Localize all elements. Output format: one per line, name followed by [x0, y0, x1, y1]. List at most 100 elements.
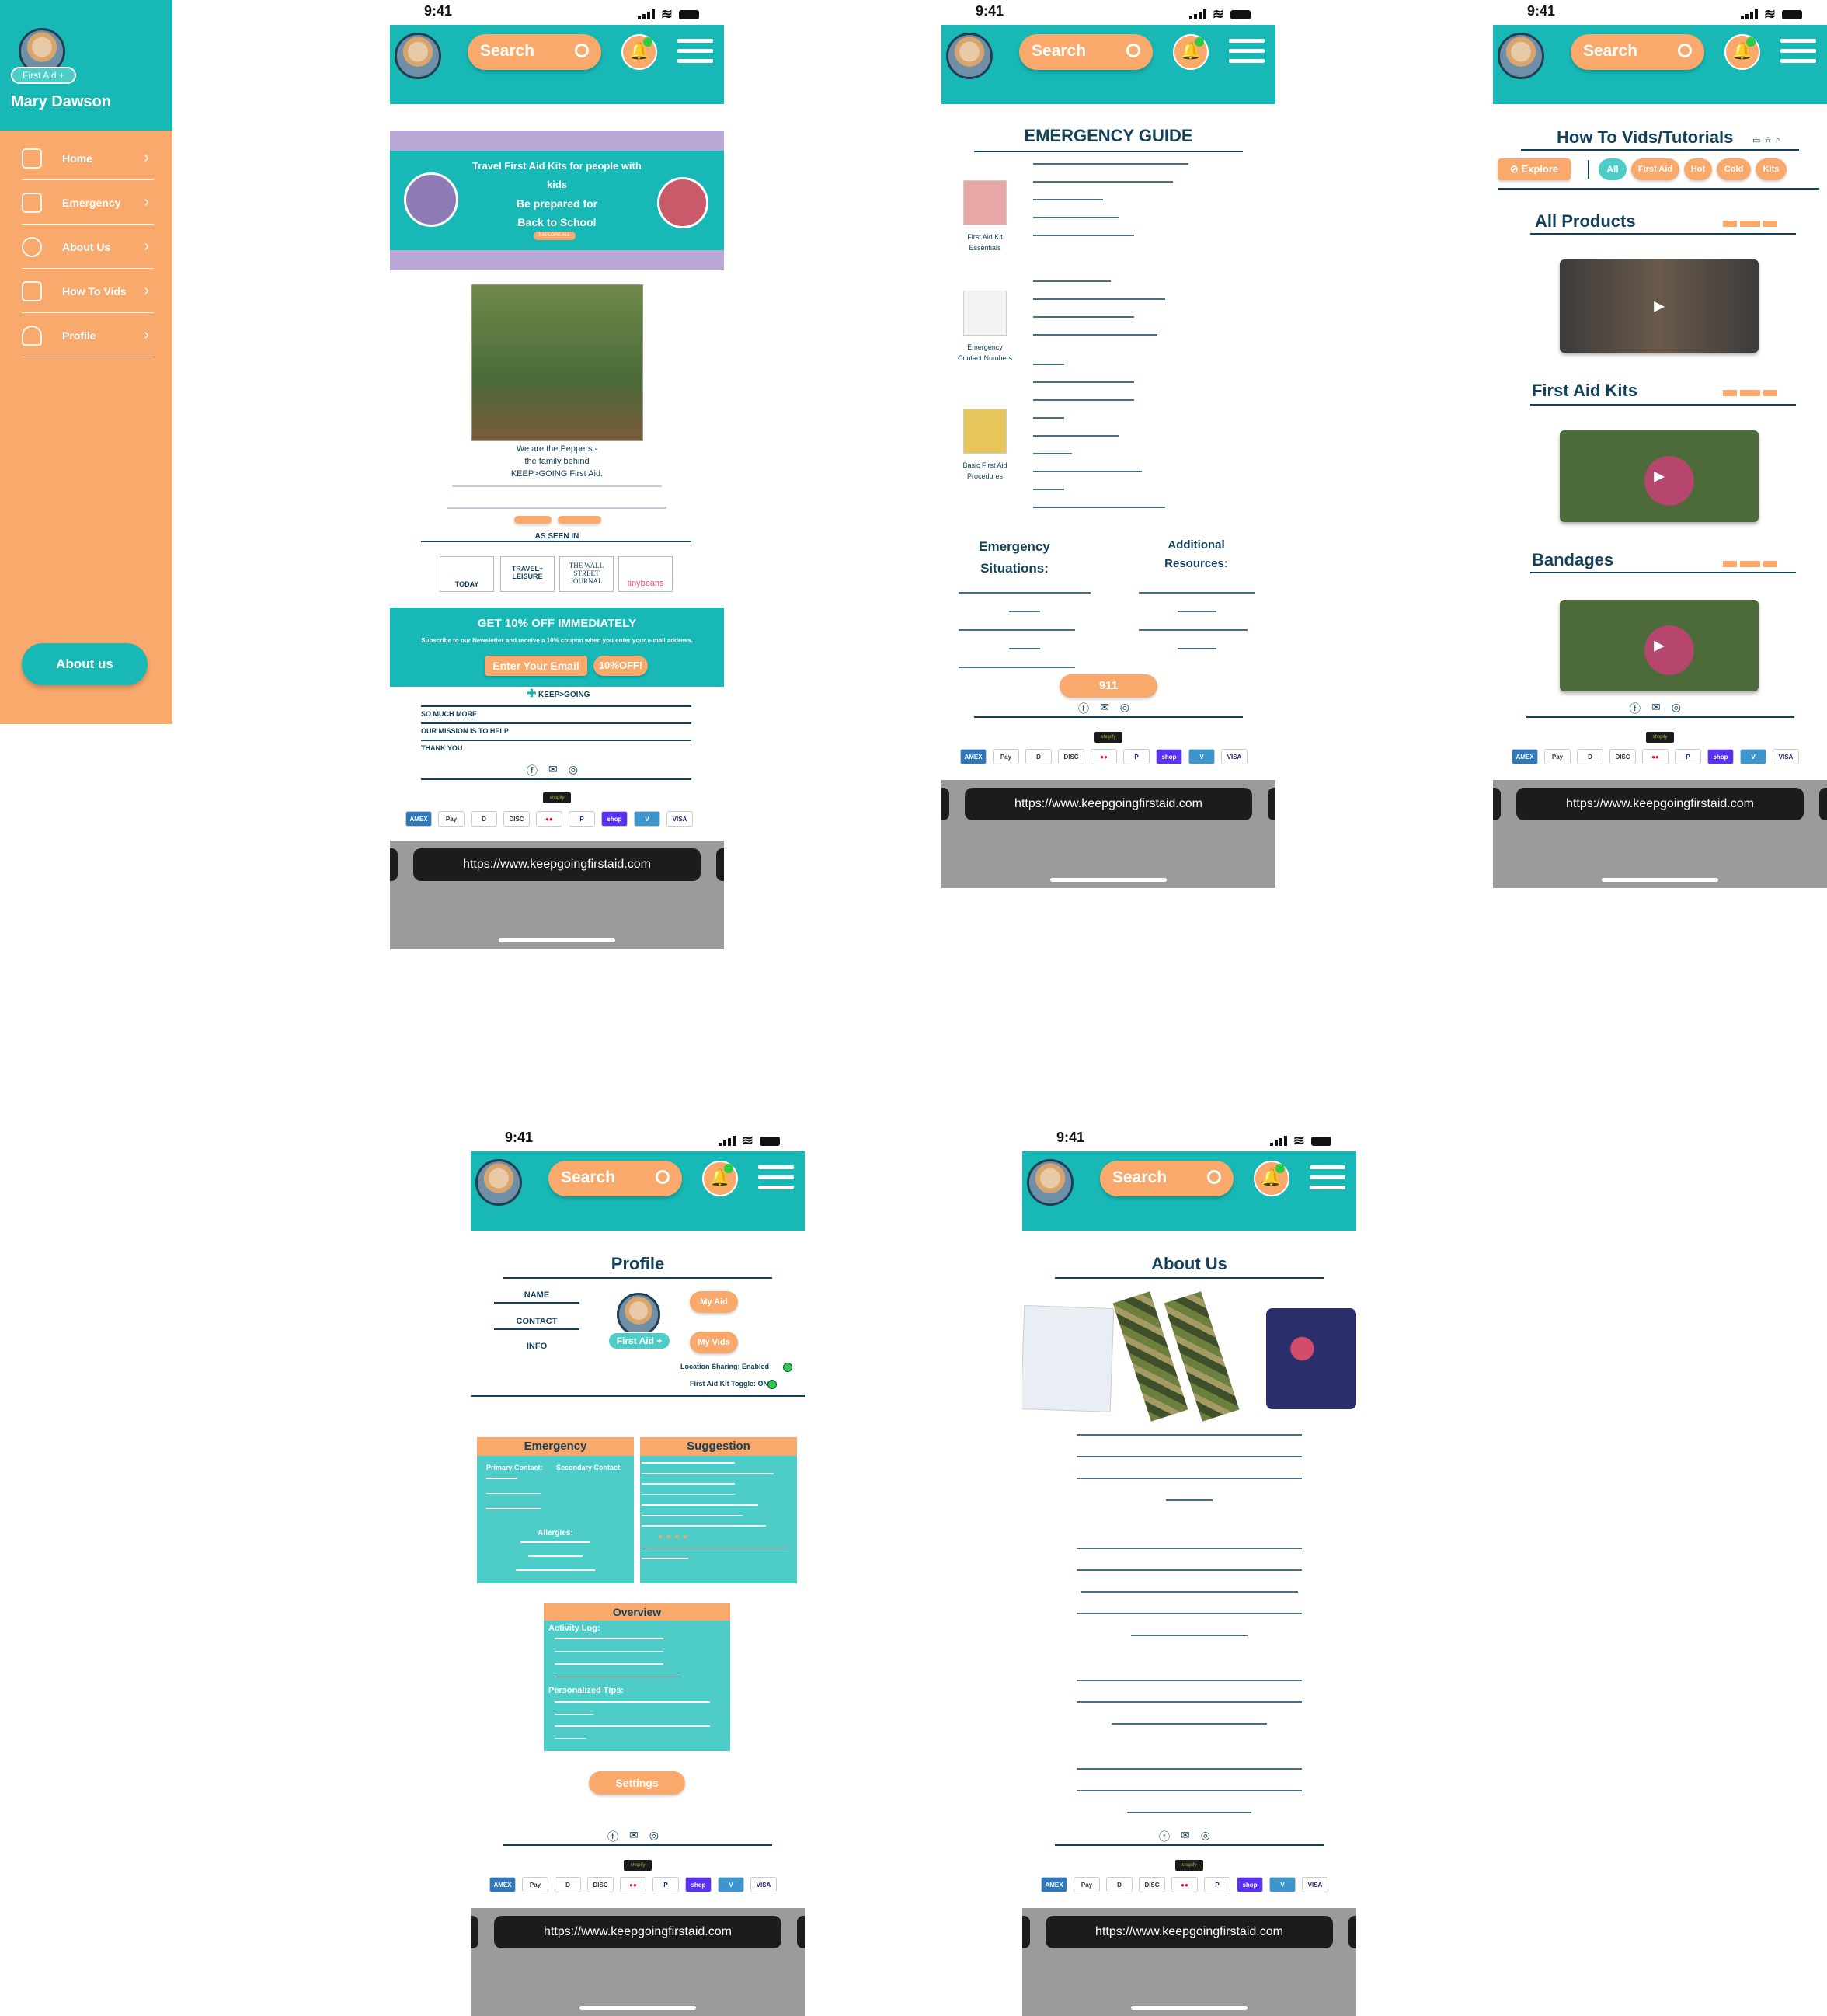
battery-icon — [679, 9, 699, 19]
explore-all-button[interactable]: EXPLORE ALL — [534, 232, 576, 240]
field-contact[interactable]: CONTACT — [494, 1316, 579, 1327]
profile-avatar[interactable] — [617, 1293, 660, 1336]
first-aid-badge[interactable]: First Aid + — [607, 1332, 671, 1350]
facebook-icon[interactable]: ⓕ — [1159, 1829, 1170, 1844]
mail-icon[interactable]: ✉ — [548, 763, 558, 778]
email-input[interactable]: Enter Your Email — [485, 656, 587, 676]
shop-button[interactable] — [558, 516, 601, 524]
notification-button[interactable]: 🔔 — [1724, 34, 1760, 70]
menu-button[interactable] — [1310, 1165, 1345, 1192]
about-us-button[interactable]: About us — [22, 643, 148, 685]
search-button[interactable]: Search — [1571, 34, 1704, 70]
notification-button[interactable]: 🔔 — [621, 34, 657, 70]
url-bar[interactable]: https://www.keepgoingfirstaid.com — [1046, 1916, 1333, 1948]
my-aid-button[interactable]: My Aid — [690, 1291, 738, 1313]
first-aid-badge[interactable]: First Aid + — [11, 67, 76, 84]
mastercard-icon: ●● — [1091, 749, 1117, 764]
card-label[interactable]: First Aid Kit Essentials — [955, 232, 1014, 253]
instagram-icon[interactable]: ◎ — [1672, 701, 1681, 716]
menu-button[interactable] — [1229, 39, 1265, 65]
menu-button[interactable] — [758, 1165, 794, 1192]
footer-link[interactable]: THANK YOU — [421, 744, 462, 752]
url-bar[interactable]: https://www.keepgoingfirstaid.com — [965, 788, 1252, 820]
mail-icon[interactable]: ✉ — [1651, 701, 1661, 716]
diners-icon: D — [1577, 749, 1603, 764]
notification-button[interactable]: 🔔 — [1254, 1161, 1289, 1196]
read-more-button[interactable] — [514, 516, 552, 524]
search-icon — [1126, 44, 1140, 57]
star-rating-icon[interactable]: ★ ★ ★ ★ — [642, 1533, 794, 1541]
facebook-icon[interactable]: ⓕ — [607, 1829, 618, 1844]
kit-thumbnail[interactable] — [963, 180, 1007, 225]
notification-button[interactable]: 🔔 — [702, 1161, 738, 1196]
instagram-icon[interactable]: ◎ — [1120, 701, 1129, 716]
avatar[interactable] — [475, 1159, 522, 1206]
sidebar-item-profile[interactable]: Profile › — [22, 314, 154, 357]
procedures-thumbnail[interactable] — [963, 409, 1007, 454]
card-label[interactable]: Emergency Contact Numbers — [955, 342, 1014, 364]
menu-button[interactable] — [1780, 39, 1816, 65]
section-title: All Products — [1535, 211, 1636, 231]
instagram-icon[interactable]: ◎ — [569, 763, 578, 778]
paypal-icon: P — [1123, 749, 1150, 764]
sidebar-item-vids[interactable]: How To Vids › — [22, 270, 154, 313]
cast-icon[interactable]: ▭ — [1752, 135, 1760, 145]
avatar[interactable] — [1027, 1159, 1074, 1206]
call-911-button[interactable]: 911 — [1060, 674, 1157, 698]
emergency-card: Emergency Primary Contact: Secondary Con… — [477, 1437, 634, 1583]
filter-kits[interactable]: Kits — [1756, 158, 1787, 180]
filter-first-aid[interactable]: First Aid — [1631, 158, 1679, 180]
search-icon[interactable]: ⌕ — [1776, 135, 1780, 145]
video-thumbnail[interactable]: ▶ — [1560, 600, 1759, 691]
avatar[interactable] — [946, 33, 993, 79]
contact-thumbnail[interactable] — [963, 291, 1007, 336]
video-thumbnail[interactable]: ▶ — [1560, 430, 1759, 522]
sidebar-item-emergency[interactable]: Emergency › — [22, 181, 154, 225]
my-vids-button[interactable]: My Vids — [690, 1332, 738, 1353]
search-button[interactable]: Search — [468, 34, 601, 70]
mail-icon[interactable]: ✉ — [1100, 701, 1109, 716]
kit-toggle-dot[interactable] — [767, 1380, 777, 1389]
suggestion-card: Suggestion ★ ★ ★ ★ — [640, 1437, 797, 1583]
facebook-icon[interactable]: ⓕ — [527, 763, 538, 778]
location-status-dot[interactable] — [783, 1363, 792, 1372]
search-button[interactable]: Search — [548, 1161, 682, 1196]
sidebar-item-about[interactable]: About Us › — [22, 225, 154, 269]
field-name[interactable]: NAME — [494, 1290, 579, 1300]
url-bar[interactable]: https://www.keepgoingfirstaid.com — [413, 848, 701, 881]
avatar[interactable] — [395, 33, 441, 79]
facebook-icon[interactable]: ⓕ — [1078, 701, 1089, 716]
play-icon: ▶ — [1654, 298, 1665, 314]
menu-button[interactable] — [677, 39, 713, 65]
filter-hot[interactable]: Hot — [1684, 158, 1712, 180]
footer-link[interactable]: OUR MISSION IS TO HELP — [421, 727, 509, 735]
facebook-icon[interactable]: ⓕ — [1630, 701, 1641, 716]
video-thumbnail[interactable]: ▶ — [1560, 259, 1759, 353]
bell-icon[interactable]: ⍾ — [1765, 135, 1770, 145]
search-button[interactable]: Search — [1019, 34, 1153, 70]
payment-methods: AMEX Pay D DISC ●● Pshop V VISA — [1041, 1877, 1328, 1892]
discount-button[interactable]: 10%OFF! — [593, 656, 648, 676]
url-bar[interactable]: https://www.keepgoingfirstaid.com — [1516, 788, 1804, 820]
footer-link[interactable]: SO MUCH MORE — [421, 710, 477, 718]
chevron-right-icon: › — [144, 282, 149, 299]
avatar[interactable] — [1498, 33, 1544, 79]
explore-button[interactable]: ⊘ Explore — [1498, 158, 1571, 180]
settings-button[interactable]: Settings — [589, 1771, 685, 1795]
instagram-icon[interactable]: ◎ — [649, 1829, 659, 1844]
field-info[interactable]: INFO — [494, 1341, 579, 1352]
promo-banner[interactable]: Travel First Aid Kits for people with ki… — [390, 131, 724, 270]
filter-all[interactable]: All — [1599, 158, 1627, 180]
filter-cold[interactable]: Cold — [1717, 158, 1751, 180]
about-paragraphs — [1053, 1434, 1325, 1813]
card-label[interactable]: Basic First Aid Procedures — [955, 460, 1014, 482]
sidebar-item-home[interactable]: Home › — [22, 137, 154, 180]
browser-bar: https://www.keepgoingfirstaid.com — [1022, 1908, 1356, 2016]
mail-icon[interactable]: ✉ — [1181, 1829, 1190, 1844]
url-bar[interactable]: https://www.keepgoingfirstaid.com — [494, 1916, 781, 1948]
instagram-icon[interactable]: ◎ — [1201, 1829, 1210, 1844]
mail-icon[interactable]: ✉ — [629, 1829, 639, 1844]
status-bar: 9:41 ≋ — [1493, 0, 1827, 25]
search-button[interactable]: Search — [1100, 1161, 1234, 1196]
notification-button[interactable]: 🔔 — [1173, 34, 1209, 70]
